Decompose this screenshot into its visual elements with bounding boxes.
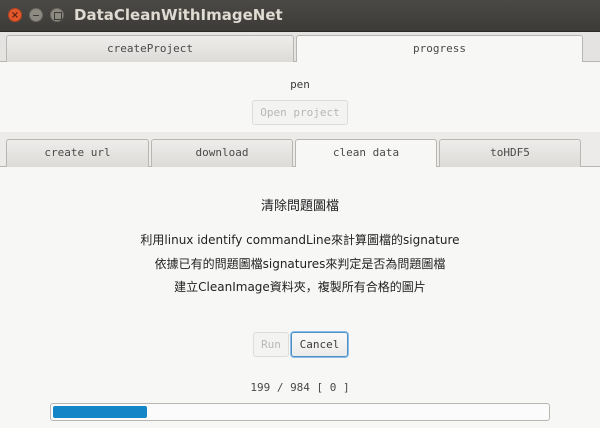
- close-window-icon[interactable]: ×: [8, 8, 22, 22]
- minimize-window-icon[interactable]: [29, 8, 43, 22]
- outer-tab-bar: createProject progress: [0, 32, 600, 62]
- window-title-bar: × DataCleanWithImageNet: [0, 0, 600, 32]
- description-line-1: 利用linux identify commandLine來計算圖檔的signat…: [140, 233, 460, 247]
- description-line-2: 依據已有的問題圖檔signatures來判定是否為問題圖檔: [154, 257, 446, 271]
- tab-download[interactable]: download: [151, 139, 293, 167]
- tab-create-project[interactable]: createProject: [6, 35, 294, 62]
- progress-bar-fill: [53, 406, 147, 418]
- clean-heading: 清除問題圖檔: [260, 199, 339, 214]
- run-button[interactable]: Run: [253, 332, 289, 357]
- description-line-3: 建立CleanImage資料夾，複製所有合格的圖片: [174, 280, 426, 294]
- inner-tab-bar: create url download clean data toHDF5: [0, 132, 600, 167]
- tab-to-hdf5[interactable]: toHDF5: [439, 139, 581, 167]
- project-file-label: pen: [290, 78, 310, 91]
- project-panel: pen Open project: [0, 62, 600, 132]
- cancel-button[interactable]: Cancel: [291, 332, 348, 357]
- tab-create-url[interactable]: create url: [6, 139, 149, 167]
- tab-progress[interactable]: progress: [296, 35, 583, 62]
- maximize-window-icon[interactable]: [50, 8, 64, 22]
- progress-bar: [50, 403, 550, 421]
- progress-counter: 199 / 984 [ 0 ]: [250, 381, 350, 394]
- tab-clean-data[interactable]: clean data: [295, 139, 437, 167]
- window-title: DataCleanWithImageNet: [74, 6, 283, 24]
- clean-data-panel: 清除問題圖檔 利用linux identify commandLine來計算圖檔…: [0, 167, 600, 428]
- open-project-button[interactable]: Open project: [252, 100, 348, 125]
